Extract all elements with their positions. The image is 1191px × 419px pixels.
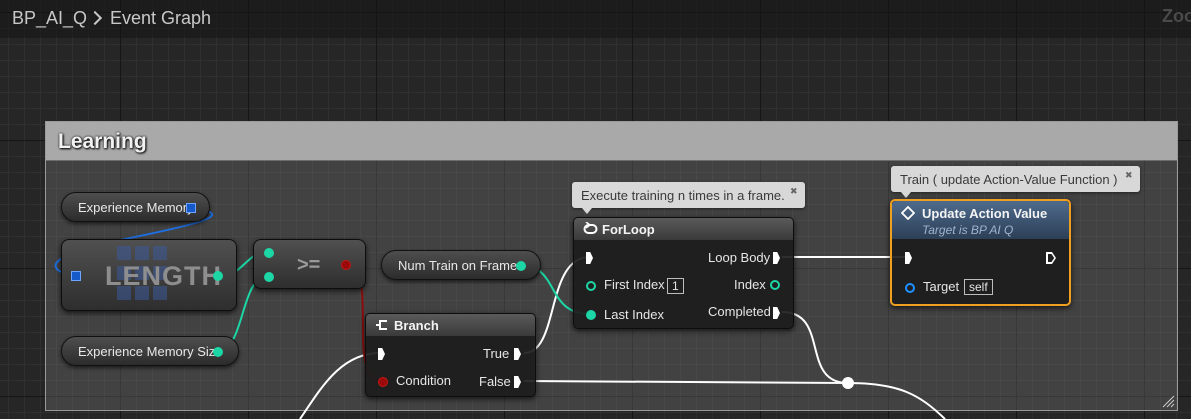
branch-node[interactable]: Branch Condition True False — [365, 313, 536, 397]
first-index-pin-icon[interactable] — [586, 281, 596, 291]
true-label: True — [483, 346, 510, 361]
forloop-node[interactable]: ForLoop First Index 1 Last Index Loop Bo… — [573, 217, 794, 329]
false-label: False — [479, 374, 511, 389]
target-label: Target — [923, 279, 960, 294]
zoom-label: Zoo — [1162, 6, 1191, 26]
pin-icon[interactable]: ✖ — [790, 186, 799, 196]
update-action-value-header[interactable]: Update Action Value Target is BP AI Q — [892, 201, 1069, 239]
branch-header[interactable]: Branch — [366, 314, 535, 336]
comment-title: Learning — [58, 130, 147, 153]
experience-memory-size-node[interactable]: Experience Memory Size — [61, 336, 239, 366]
chevron-right-icon — [87, 10, 103, 26]
condition-pin-icon[interactable] — [378, 377, 388, 387]
int-out-pin-icon[interactable] — [516, 261, 526, 271]
resize-grip-icon[interactable] — [1161, 394, 1175, 408]
branch-title: Branch — [394, 318, 439, 333]
array-in-pin-icon[interactable] — [71, 271, 81, 281]
first-index-input[interactable]: 1 — [667, 278, 684, 294]
num-train-on-frame-node[interactable]: Num Train on Frame — [381, 250, 541, 280]
first-index-label: First Index — [604, 277, 665, 292]
condition-label: Condition — [396, 373, 451, 388]
index-pin-icon[interactable] — [770, 280, 780, 290]
array-pin-icon[interactable] — [186, 203, 196, 213]
experience-memory-size-label: Experience Memory Size — [78, 344, 223, 359]
int-out-pin-icon[interactable] — [213, 347, 223, 357]
experience-memory-label: Experience Memory — [78, 200, 194, 215]
length-node[interactable]: LENGTH — [61, 239, 237, 311]
completed-label: Completed — [708, 304, 771, 319]
update-action-value-comment-bubble[interactable]: Train ( update Action-Value Function ) ✖ — [891, 166, 1140, 198]
update-action-value-node[interactable]: Update Action Value Target is BP AI Q Ta… — [890, 199, 1071, 306]
update-action-value-subtitle: Target is BP AI Q — [922, 223, 1014, 237]
branch-icon — [376, 320, 387, 330]
target-pin-icon[interactable] — [905, 283, 915, 293]
last-index-pin-icon[interactable] — [586, 310, 596, 320]
compare-node[interactable]: >= — [253, 239, 366, 289]
update-bubble-text: Train ( update Action-Value Function ) — [900, 172, 1118, 187]
experience-memory-node[interactable]: Experience Memory — [61, 192, 210, 222]
compare-a-pin-icon[interactable] — [264, 248, 274, 258]
function-icon — [901, 206, 915, 220]
compare-b-pin-icon[interactable] — [264, 272, 274, 282]
forloop-title: ForLoop — [602, 222, 655, 237]
forloop-bubble-text: Execute training n times in a frame. — [581, 188, 785, 203]
compare-out-pin-icon[interactable] — [341, 260, 351, 270]
target-input[interactable]: self — [964, 279, 993, 295]
loop-body-label: Loop Body — [708, 250, 771, 265]
pin-icon[interactable]: ✖ — [1125, 170, 1134, 180]
update-action-value-title: Update Action Value — [922, 206, 1048, 221]
compare-label: >= — [297, 254, 321, 276]
breadcrumb-graph[interactable]: Event Graph — [110, 8, 211, 29]
comment-header[interactable]: Learning — [46, 122, 1177, 161]
index-label: Index — [734, 277, 766, 292]
forloop-comment-bubble[interactable]: Execute training n times in a frame. ✖ — [572, 182, 805, 214]
breadcrumb-blueprint[interactable]: BP_AI_Q — [12, 8, 87, 29]
forloop-header[interactable]: ForLoop — [574, 218, 793, 240]
last-index-label: Last Index — [604, 307, 664, 322]
num-train-on-frame-label: Num Train on Frame — [398, 258, 518, 273]
length-out-pin-icon[interactable] — [213, 271, 223, 281]
graph-toolbar: BP_AI_Q Event Graph Zoo — [0, 0, 1191, 38]
length-label: LENGTH — [105, 261, 222, 291]
loop-icon — [583, 222, 598, 234]
